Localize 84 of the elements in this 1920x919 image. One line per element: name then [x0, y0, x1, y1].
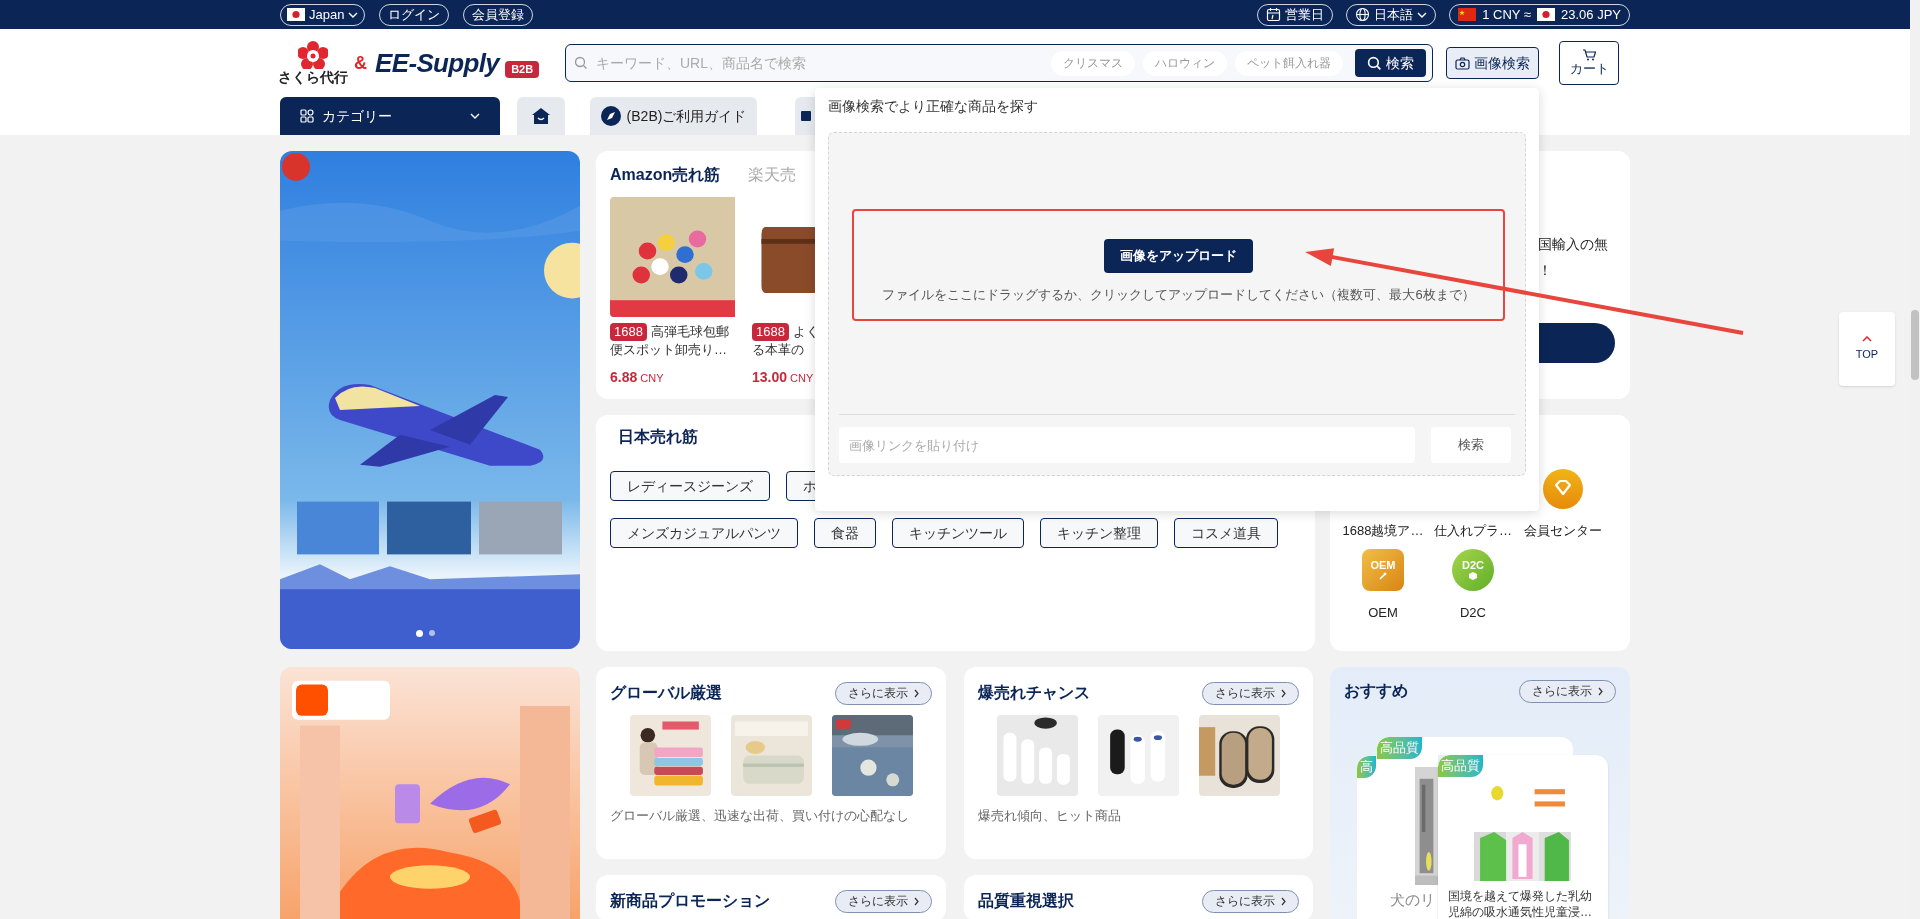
- chevron-right-icon: [1281, 688, 1286, 698]
- tab[interactable]: Amazon売れ筋: [610, 163, 721, 187]
- cart-icon: [1582, 49, 1596, 61]
- service-label[interactable]: 仕入れプラ…: [1434, 521, 1512, 541]
- search-field[interactable]: キーワード、URL、商品名で検索: [596, 52, 1043, 74]
- scrollbar-thumb[interactable]: [1911, 310, 1919, 380]
- section-title: おすすめ: [1344, 681, 1408, 701]
- chevron-right-icon: [1598, 686, 1603, 696]
- service-label[interactable]: D2C: [1460, 602, 1486, 622]
- show-more-button[interactable]: さらに表示: [1202, 681, 1299, 705]
- keyword-tag[interactable]: 食器: [814, 518, 876, 548]
- product-title[interactable]: る本革の: [752, 341, 804, 359]
- logo-ampersand: &: [354, 51, 367, 75]
- source-tag: 1688: [752, 323, 789, 341]
- section-title: 日本売れ筋: [618, 427, 698, 447]
- japan-flag-icon: [1537, 8, 1555, 21]
- japan-flag-icon: [287, 8, 305, 21]
- chevron-right-icon: [1281, 896, 1286, 906]
- globe-icon: [1355, 7, 1371, 22]
- chevron-down-icon: [1417, 11, 1428, 18]
- chevron-right-icon: [914, 688, 919, 698]
- show-more-button[interactable]: さらに表示: [835, 681, 932, 705]
- image-link-field[interactable]: 画像リンクを貼り付け: [839, 427, 1415, 463]
- section-title: 品質重視選択: [978, 891, 1074, 911]
- keyword-tag[interactable]: キッチン整理: [1040, 518, 1158, 548]
- product-caption[interactable]: 国境を越えて爆発した乳幼児綿の吸水通気性児童浸…: [1438, 888, 1608, 919]
- home-tab[interactable]: [517, 97, 565, 135]
- chevron-down-icon: [470, 113, 480, 119]
- quality-badge: 高品質: [1438, 755, 1483, 777]
- search-button[interactable]: 検索: [1355, 49, 1426, 77]
- drop-zone[interactable]: 画像をアップロード ファイルをここにドラッグするか、クリックしてアップロードしてください（複数可、最大6枚まで） 画像リンクを貼り付け 検索: [828, 132, 1526, 476]
- flower-logo-icon: [298, 41, 328, 69]
- partner-logo-text: EE-Supply: [375, 46, 500, 80]
- camera-icon: [1455, 56, 1470, 70]
- compass-icon: [600, 106, 621, 126]
- section-title: 新商品プロモーション: [610, 891, 770, 911]
- product-card[interactable]: 高品質 犬のリ: [1377, 737, 1438, 919]
- show-more-button[interactable]: さらに表示: [1202, 889, 1299, 913]
- link-search-button[interactable]: 検索: [1431, 427, 1511, 463]
- b2b-badge: B2B: [505, 60, 540, 78]
- image-search-button[interactable]: 画像検索: [1446, 47, 1539, 79]
- product-price: 6.88 CNY: [610, 368, 664, 387]
- promo-text: 国輸入の無: [1538, 235, 1608, 254]
- grid-icon: [300, 109, 314, 123]
- promo-text: ！: [1538, 261, 1552, 280]
- chevron-right-icon: [914, 896, 919, 906]
- source-tag: 1688: [610, 323, 647, 341]
- service-label[interactable]: 会員センター: [1524, 521, 1602, 541]
- back-to-top-button[interactable]: TOP: [1839, 312, 1895, 386]
- keyword-tag[interactable]: メンズカジュアルパンツ: [610, 518, 798, 548]
- search-icon: [1367, 55, 1382, 71]
- section-title: グローバル厳選: [610, 683, 722, 703]
- card-description: 爆売れ傾向、ヒット商品: [978, 807, 1122, 825]
- keyword-tag[interactable]: キッチンツール: [892, 518, 1024, 548]
- category-menu-button[interactable]: カテゴリー: [280, 97, 500, 135]
- quality-badge: 高: [1357, 756, 1376, 778]
- product-title[interactable]: 便スポット卸売り…: [610, 341, 727, 359]
- product-title[interactable]: 高弾毛球包郵: [650, 323, 729, 341]
- keyword-tag[interactable]: コスメ道具: [1174, 518, 1278, 548]
- brand-name: さくら代行: [278, 69, 348, 85]
- section-title: 爆売れチャンス: [978, 683, 1090, 703]
- keyword-tag[interactable]: レディースジーンズ: [610, 471, 770, 501]
- guide-tab[interactable]: (B2B)ご利用ガイド: [590, 97, 757, 135]
- show-more-button[interactable]: さらに表示: [835, 889, 932, 913]
- upload-hint: ファイルをここにドラッグするか、クリックしてアップロードしてください（複数可、最大6枚まで）: [882, 286, 1475, 304]
- service-label[interactable]: 1688越境ア…: [1342, 521, 1424, 541]
- caret-up-icon: [1862, 335, 1872, 342]
- product-price: 13.00 CNY: [752, 368, 814, 387]
- service-label[interactable]: OEM: [1368, 602, 1398, 622]
- product-caption[interactable]: 犬のリ: [1390, 889, 1435, 912]
- quality-badge: 高品質: [1377, 737, 1422, 759]
- upload-button[interactable]: 画像をアップロード: [1104, 239, 1253, 273]
- card-description: グローバル厳選、迅速な出荷、買い付けの心配なし: [610, 807, 910, 825]
- product-card[interactable]: 高品質 国境を越えて爆発した乳幼児綿の吸水通気性児童浸…: [1438, 755, 1608, 919]
- cart-button[interactable]: カート: [1559, 41, 1619, 85]
- product-title[interactable]: よく: [792, 323, 815, 341]
- china-flag-icon: [1458, 8, 1477, 21]
- search-bar[interactable]: キーワード、URL、商品名で検索 クリスマス ハロウィン ペット餌入れ器 検索: [565, 44, 1433, 82]
- show-more-button[interactable]: さらに表示: [1519, 679, 1616, 703]
- popup-title: 画像検索でより正確な商品を探す: [828, 97, 1039, 116]
- calendar-icon: [1266, 7, 1282, 22]
- home-icon: [531, 107, 551, 125]
- search-icon: [574, 56, 588, 70]
- chevron-down-icon: [348, 11, 359, 18]
